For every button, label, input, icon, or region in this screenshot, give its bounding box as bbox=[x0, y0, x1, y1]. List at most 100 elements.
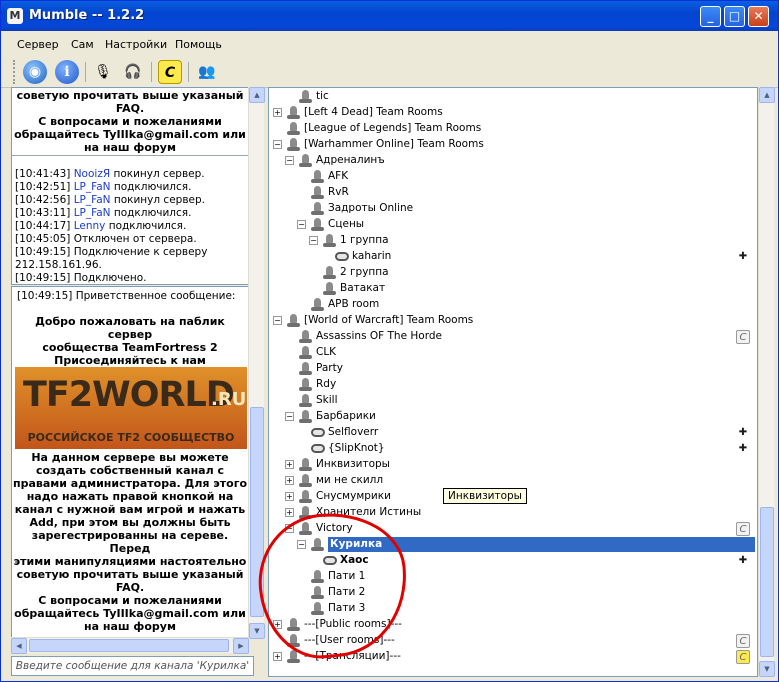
tree-channel-row[interactable]: AFK bbox=[269, 169, 755, 185]
log-nick[interactable]: LP_FaN bbox=[74, 181, 114, 193]
tree-label: [World of Warcraft] Team Rooms bbox=[304, 314, 474, 326]
comment-icon[interactable]: C bbox=[736, 330, 750, 344]
hscroll-thumb[interactable] bbox=[29, 639, 229, 652]
expand-icon[interactable]: + bbox=[273, 652, 282, 661]
tree-channel-row[interactable]: + [Left 4 Dead] Team Rooms bbox=[269, 105, 755, 121]
tree-channel-row[interactable]: − [World of Warcraft] Team Rooms bbox=[269, 313, 755, 329]
expand-icon[interactable]: + bbox=[285, 508, 294, 517]
tree-user-row[interactable]: {SlipKnot} ✚ bbox=[269, 441, 755, 457]
welcome-intro: Добро пожаловать на паблик сервер сообще… bbox=[12, 315, 248, 367]
log-time: [10:49:15] bbox=[15, 272, 74, 284]
comment-icon[interactable]: C bbox=[736, 634, 750, 648]
tree-channel-row[interactable]: RvR bbox=[269, 185, 755, 201]
audio-wizard-icon[interactable]: 👥 bbox=[195, 60, 219, 84]
channel-icon bbox=[299, 410, 312, 424]
tree-user-row[interactable]: kaharin ✚ bbox=[269, 249, 755, 265]
expand-icon[interactable]: + bbox=[285, 492, 294, 501]
collapse-icon[interactable]: − bbox=[309, 236, 318, 245]
tree-channel-row[interactable]: − 1 группа bbox=[269, 233, 755, 249]
tree-channel-row[interactable]: − Сцены bbox=[269, 217, 755, 233]
registered-user-icon[interactable]: ✚ bbox=[736, 250, 750, 264]
scroll-left-button[interactable]: ◀ bbox=[11, 638, 27, 654]
welcome-body-line: правами администратора. Для этого bbox=[12, 477, 248, 490]
scroll-up-button[interactable]: ▲ bbox=[249, 87, 265, 103]
log-panel[interactable]: советую прочитать выше указаный FAQ. С в… bbox=[11, 87, 255, 285]
comment-c-icon[interactable]: C bbox=[158, 60, 182, 84]
tree-channel-row[interactable]: Ватакат bbox=[269, 281, 755, 297]
tree-channel-row[interactable]: 2 группа bbox=[269, 265, 755, 281]
close-button[interactable]: ✕ bbox=[748, 6, 769, 27]
headphones-icon[interactable]: 🎧 bbox=[121, 60, 145, 84]
toolbar-grip[interactable] bbox=[13, 60, 17, 84]
welcome-body-line: канал с нужной вам игрой и нажать bbox=[14, 503, 246, 516]
tree-scroll-up-button[interactable]: ▲ bbox=[759, 87, 775, 103]
registered-user-icon[interactable]: ✚ bbox=[736, 554, 750, 568]
tree-channel-row[interactable]: + ми не скилл bbox=[269, 473, 755, 489]
tree-channel-row[interactable]: Rdy bbox=[269, 377, 755, 393]
tree-channel-row[interactable]: − [Warhammer Online] Team Rooms bbox=[269, 137, 755, 153]
tree-channel-row[interactable]: Assassins OF The Horde C bbox=[269, 329, 755, 345]
menu-self[interactable]: Сам bbox=[71, 38, 94, 51]
comment-icon[interactable]: C bbox=[736, 522, 750, 536]
tree-scrollbar[interactable]: ▲ ▼ bbox=[758, 87, 775, 677]
channel-tooltip: Инквизиторы bbox=[443, 488, 527, 504]
scroll-down-button[interactable]: ▼ bbox=[249, 623, 265, 639]
comment-icon[interactable]: C bbox=[736, 650, 750, 664]
tree-channel-row[interactable]: − Барбарики bbox=[269, 409, 755, 425]
tree-channel-row[interactable]: Skill bbox=[269, 393, 755, 409]
channel-icon bbox=[287, 138, 300, 152]
log-top-line: обращайтесь TyIIIka@gmail.com или bbox=[14, 128, 246, 141]
tree-channel-row[interactable]: APB room bbox=[269, 297, 755, 313]
menu-settings[interactable]: Настройки bbox=[105, 38, 167, 51]
welcome-panel[interactable]: [10:49:15] Приветственное сообщение: Доб… bbox=[11, 286, 255, 638]
log-text: 212.158.161.96. bbox=[15, 259, 102, 271]
log-scrollbar[interactable]: ▲ ▼ bbox=[248, 87, 265, 639]
tree-label: Сцены bbox=[328, 218, 365, 230]
welcome-body-line: на наш форум bbox=[84, 620, 176, 633]
tree-channel-row[interactable]: Задроты Online bbox=[269, 201, 755, 217]
registered-user-icon[interactable]: ✚ bbox=[736, 426, 750, 440]
tree-channel-row[interactable]: [League of Legends] Team Rooms bbox=[269, 121, 755, 137]
expand-icon[interactable]: + bbox=[273, 108, 282, 117]
channel-icon bbox=[311, 186, 324, 200]
user-talk-icon bbox=[335, 252, 349, 261]
tree-label: {SlipKnot} bbox=[328, 442, 385, 454]
menu-server[interactable]: Сервер bbox=[17, 38, 59, 51]
info-icon[interactable]: i bbox=[55, 60, 79, 84]
minimize-button[interactable]: _ bbox=[700, 6, 721, 27]
collapse-icon[interactable]: − bbox=[285, 156, 294, 165]
log-nick[interactable]: NooizЯ bbox=[74, 168, 114, 180]
log-divider bbox=[12, 155, 248, 156]
registered-user-icon[interactable]: ✚ bbox=[736, 442, 750, 456]
log-text: Подключение к серверу bbox=[73, 246, 208, 258]
tree-channel-row[interactable]: Party bbox=[269, 361, 755, 377]
collapse-icon[interactable]: − bbox=[297, 220, 306, 229]
connect-globe-icon[interactable]: ◉ bbox=[23, 60, 47, 84]
maximize-button[interactable]: □ bbox=[724, 6, 745, 27]
tree-scroll-thumb[interactable] bbox=[760, 507, 774, 657]
scroll-right-button[interactable]: ▶ bbox=[233, 638, 249, 654]
tree-channel-row[interactable]: tic bbox=[269, 89, 755, 105]
tf2world-logo: TF2WORLD bbox=[23, 375, 235, 415]
tree-scroll-down-button[interactable]: ▼ bbox=[759, 661, 775, 677]
welcome-body: На данном сервере вы можете создать собст… bbox=[12, 451, 248, 633]
mumble-window: M Mumble -- 1.2.2 _ □ ✕ Сервер Сам Настр… bbox=[0, 0, 779, 682]
collapse-icon[interactable]: − bbox=[285, 412, 294, 421]
expand-icon[interactable]: + bbox=[285, 460, 294, 469]
tree-user-row[interactable]: Selfloverr ✚ bbox=[269, 425, 755, 441]
log-nick[interactable]: LP_FaN bbox=[74, 207, 114, 219]
log-hscrollbar[interactable]: ◀ ▶ bbox=[11, 637, 249, 654]
menu-help[interactable]: Помощь bbox=[175, 38, 222, 51]
tree-channel-row[interactable]: − Адреналинъ bbox=[269, 153, 755, 169]
chat-message-input[interactable]: Введите сообщение для канала 'Курилка' bbox=[11, 656, 254, 676]
collapse-icon[interactable]: − bbox=[273, 140, 282, 149]
tree-channel-row[interactable]: + Инквизиторы bbox=[269, 457, 755, 473]
log-nick[interactable]: Lenny bbox=[74, 220, 109, 232]
title-bar[interactable]: M Mumble -- 1.2.2 _ □ ✕ bbox=[1, 1, 778, 31]
expand-icon[interactable]: + bbox=[285, 476, 294, 485]
log-nick[interactable]: LP_FaN bbox=[74, 194, 114, 206]
tree-channel-row[interactable]: CLK bbox=[269, 345, 755, 361]
tree-label: Party bbox=[316, 362, 343, 374]
microphone-icon[interactable]: 🎙 bbox=[91, 60, 115, 84]
collapse-icon[interactable]: − bbox=[273, 316, 282, 325]
